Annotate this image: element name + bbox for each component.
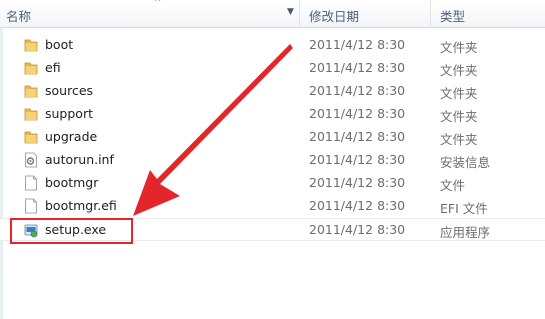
file-date: 2011/4/12 8:30: [309, 198, 406, 213]
file-type: 文件夹: [440, 63, 478, 78]
list-item[interactable]: efi 2011/4/12 8:30 文件夹: [0, 57, 545, 80]
column-header-date[interactable]: 修改日期: [309, 6, 359, 25]
column-header-bar: 名称 ^ ▼ 修改日期 类型: [0, 0, 545, 28]
file-list-pane: 名称 ^ ▼ 修改日期 类型 boot 2011/4/12 8:30 文件夹 e…: [0, 0, 545, 319]
file-name: upgrade: [45, 129, 98, 144]
folder-icon: [24, 108, 38, 121]
file-date: 2011/4/12 8:30: [309, 175, 406, 190]
file-date: 2011/4/12 8:30: [309, 222, 406, 237]
folder-icon: [24, 85, 38, 98]
file-type: 文件: [440, 178, 466, 193]
highlight-box: [10, 218, 133, 244]
blank-file-icon: [25, 175, 37, 191]
file-type: 文件夹: [440, 132, 478, 147]
file-name: bootmgr.efi: [45, 198, 117, 213]
file-date: 2011/4/12 8:30: [309, 106, 406, 121]
folder-icon: [24, 39, 38, 52]
list-item[interactable]: autorun.inf 2011/4/12 8:30 安装信息: [0, 149, 545, 172]
column-separator[interactable]: [299, 0, 300, 28]
file-type: 文件夹: [440, 40, 478, 55]
settings-file-icon: [25, 152, 37, 168]
file-name: autorun.inf: [45, 152, 114, 167]
file-name: support: [45, 106, 93, 121]
column-header-type[interactable]: 类型: [440, 6, 465, 25]
file-type: 文件夹: [440, 109, 478, 124]
chevron-down-icon[interactable]: ▼: [287, 7, 294, 17]
file-date: 2011/4/12 8:30: [309, 60, 406, 75]
file-name: sources: [45, 83, 94, 98]
list-item[interactable]: bootmgr 2011/4/12 8:30 文件: [0, 172, 545, 195]
file-date: 2011/4/12 8:30: [309, 152, 406, 167]
list-item[interactable]: support 2011/4/12 8:30 文件夹: [0, 103, 545, 126]
file-name: efi: [45, 60, 61, 75]
file-type: 文件夹: [440, 86, 478, 101]
blank-file-icon: [25, 198, 37, 214]
folder-icon: [24, 62, 38, 75]
file-type: EFI 文件: [440, 201, 488, 216]
list-item[interactable]: sources 2011/4/12 8:30 文件夹: [0, 80, 545, 103]
file-name: bootmgr: [45, 175, 99, 190]
file-name: boot: [45, 37, 74, 52]
file-rows: boot 2011/4/12 8:30 文件夹 efi 2011/4/12 8:…: [0, 34, 545, 241]
list-item[interactable]: bootmgr.efi 2011/4/12 8:30 EFI 文件: [0, 195, 545, 218]
file-date: 2011/4/12 8:30: [309, 129, 406, 144]
list-item[interactable]: boot 2011/4/12 8:30 文件夹: [0, 34, 545, 57]
file-date: 2011/4/12 8:30: [309, 37, 406, 52]
column-separator[interactable]: [430, 0, 431, 28]
column-header-name[interactable]: 名称: [6, 6, 31, 25]
file-type: 安装信息: [440, 155, 491, 170]
sort-up-icon: ^: [154, 0, 162, 8]
file-type: 应用程序: [440, 225, 491, 240]
list-item[interactable]: upgrade 2011/4/12 8:30 文件夹: [0, 126, 545, 149]
file-date: 2011/4/12 8:30: [309, 83, 406, 98]
folder-icon: [24, 131, 38, 144]
